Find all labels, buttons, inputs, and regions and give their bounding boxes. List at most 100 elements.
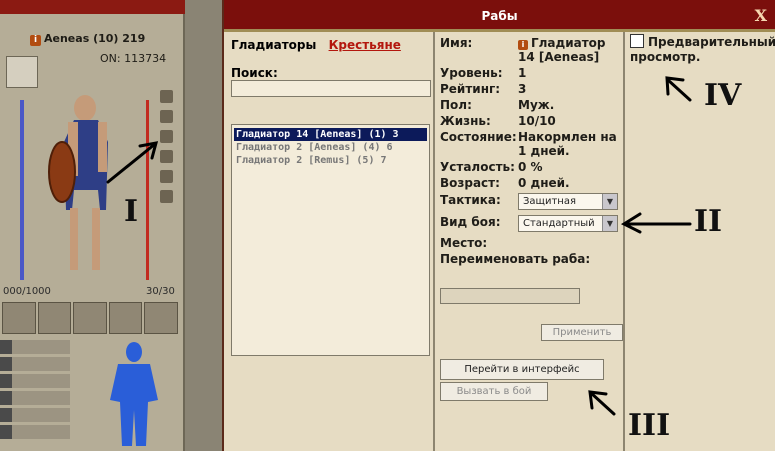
dialog-title-bar: Рабы X <box>224 0 775 32</box>
player-name[interactable]: i Aeneas (10) 219 <box>30 32 180 46</box>
age-row: Возраст: 0 дней. <box>440 176 622 190</box>
place-row: Место: <box>440 236 622 250</box>
fatigue-row: Усталость: 0 % <box>440 160 622 174</box>
slave-list-item[interactable]: Гладиатор 2 [Aeneas] (4) 6 <box>234 141 427 154</box>
fight-label: Вид боя: <box>440 215 501 229</box>
character-panel: i Aeneas (10) 219 ON: 113734 000/1000 30/… <box>0 0 185 451</box>
slot-icon[interactable] <box>160 90 173 103</box>
rename-row: Переименовать раба: <box>440 252 622 266</box>
rating-row: Рейтинг: 3 <box>440 82 622 96</box>
inventory-slot[interactable] <box>108 302 143 334</box>
inventory-row <box>0 300 180 336</box>
annotation-label-4: IV <box>704 78 742 113</box>
age-value: 0 дней. <box>518 176 570 190</box>
level-label: Уровень: <box>440 66 503 80</box>
preview-checkbox[interactable] <box>630 34 644 48</box>
preview-column: Предварительный просмотр. <box>627 32 775 451</box>
place-label: Место: <box>440 236 488 250</box>
tab-peasants[interactable]: Крестьяне <box>329 38 401 52</box>
slave-list-item[interactable]: Гладиатор 14 [Aeneas] (1) 3 <box>234 128 427 141</box>
apply-button[interactable]: Применить <box>541 324 623 341</box>
tactics-value: Защитная <box>523 196 576 207</box>
fight-type-select[interactable]: Стандартный ▼ <box>518 215 618 232</box>
name-value: Гладиатор 14 [Aeneas] <box>518 36 606 64</box>
challenge-button[interactable]: Вызвать в бой <box>440 382 548 401</box>
details-table: Имя: i Гладиатор 14 [Aeneas] Уровень: 1 Р… <box>440 36 622 268</box>
health-bar <box>146 100 149 280</box>
close-button[interactable]: X <box>755 0 767 32</box>
life-label: Жизнь: <box>440 114 491 128</box>
mana-value: 000/1000 <box>3 286 51 297</box>
state-label: Состояние: <box>440 130 517 144</box>
slave-listbox[interactable]: Гладиатор 14 [Aeneas] (1) 3 Гладиатор 2 [… <box>231 124 430 356</box>
rating-value: 3 <box>518 82 527 96</box>
top-banner <box>0 0 185 14</box>
slaves-dialog: Рабы X Гладиаторы Крестьяне Поиск: Глади… <box>222 0 775 451</box>
avatar[interactable] <box>6 56 38 88</box>
tactics-row: Тактика: Защитная ▼ <box>440 193 622 210</box>
annotation-label-2: II <box>694 204 723 239</box>
skill-item <box>0 374 70 388</box>
age-label: Возраст: <box>440 176 500 190</box>
fight-row: Вид боя: Стандартный ▼ <box>440 215 622 232</box>
mana-bar <box>20 100 24 280</box>
slave-list-column: Гладиаторы Крестьяне Поиск: Гладиатор 14… <box>224 32 435 451</box>
annotation-label-1: I <box>124 194 139 229</box>
name-label: Имя: <box>440 36 473 50</box>
fight-value: Стандартный <box>523 218 595 229</box>
skill-item <box>0 340 70 354</box>
search-label: Поиск: <box>231 66 278 80</box>
gladiator-figure <box>48 95 108 270</box>
name-value-wrap: i Гладиатор 14 [Aeneas] <box>518 36 622 64</box>
slave-list-item[interactable]: Гладиатор 2 [Remus] (5) 7 <box>234 154 427 167</box>
money-value: ON: 113734 <box>100 52 167 65</box>
tactics-label: Тактика: <box>440 193 501 207</box>
skill-item <box>0 425 70 439</box>
fatigue-value: 0 % <box>518 160 543 174</box>
sex-row: Пол: Муж. <box>440 98 622 112</box>
skill-item <box>0 408 70 422</box>
annotation-label-3: III <box>628 408 671 443</box>
rating-label: Рейтинг: <box>440 82 501 96</box>
sex-value: Муж. <box>518 98 555 112</box>
preview-toggle[interactable]: Предварительный просмотр. <box>630 34 775 65</box>
search-input[interactable] <box>231 80 431 97</box>
slot-icon[interactable] <box>160 170 173 183</box>
slave-details-column: Имя: i Гладиатор 14 [Aeneas] Уровень: 1 Р… <box>437 32 625 451</box>
player-name-text: Aeneas (10) 219 <box>44 32 146 45</box>
chevron-down-icon[interactable]: ▼ <box>602 194 617 209</box>
life-value: 10/10 <box>518 114 556 128</box>
state-value: Накормлен на 1 дней. <box>518 130 617 158</box>
skill-item <box>0 391 70 405</box>
dialog-title: Рабы <box>481 9 518 23</box>
slot-icon[interactable] <box>160 190 173 203</box>
preview-label: Предварительный просмотр. <box>630 35 775 64</box>
name-row: Имя: i Гладиатор 14 [Aeneas] <box>440 36 622 64</box>
level-row: Уровень: 1 <box>440 66 622 80</box>
equipment-icons <box>160 90 176 210</box>
info-icon[interactable]: i <box>30 35 41 46</box>
state-row: Состояние: Накормлен на 1 дней. <box>440 130 622 158</box>
fatigue-label: Усталость: <box>440 160 515 174</box>
tactics-select[interactable]: Защитная ▼ <box>518 193 618 210</box>
sex-label: Пол: <box>440 98 472 112</box>
inventory-slot[interactable] <box>2 302 36 334</box>
health-value: 30/30 <box>146 286 175 297</box>
skill-list <box>0 340 70 442</box>
inventory-slot[interactable] <box>37 302 72 334</box>
armor-silhouette <box>110 342 158 446</box>
goto-interface-button[interactable]: Перейти в интерфейс <box>440 359 604 380</box>
slot-icon[interactable] <box>160 110 173 123</box>
life-row: Жизнь: 10/10 <box>440 114 622 128</box>
rename-label: Переименовать раба: <box>440 252 591 266</box>
rename-input[interactable] <box>440 288 580 304</box>
skill-item <box>0 357 70 371</box>
info-icon[interactable]: i <box>518 40 528 50</box>
chevron-down-icon[interactable]: ▼ <box>602 216 617 231</box>
tab-gladiators[interactable]: Гладиаторы <box>231 38 316 52</box>
inventory-slot[interactable] <box>144 302 178 334</box>
tabs: Гладиаторы Крестьяне <box>231 38 401 52</box>
slot-icon[interactable] <box>160 130 173 143</box>
inventory-slot[interactable] <box>73 302 107 334</box>
slot-icon[interactable] <box>160 150 173 163</box>
